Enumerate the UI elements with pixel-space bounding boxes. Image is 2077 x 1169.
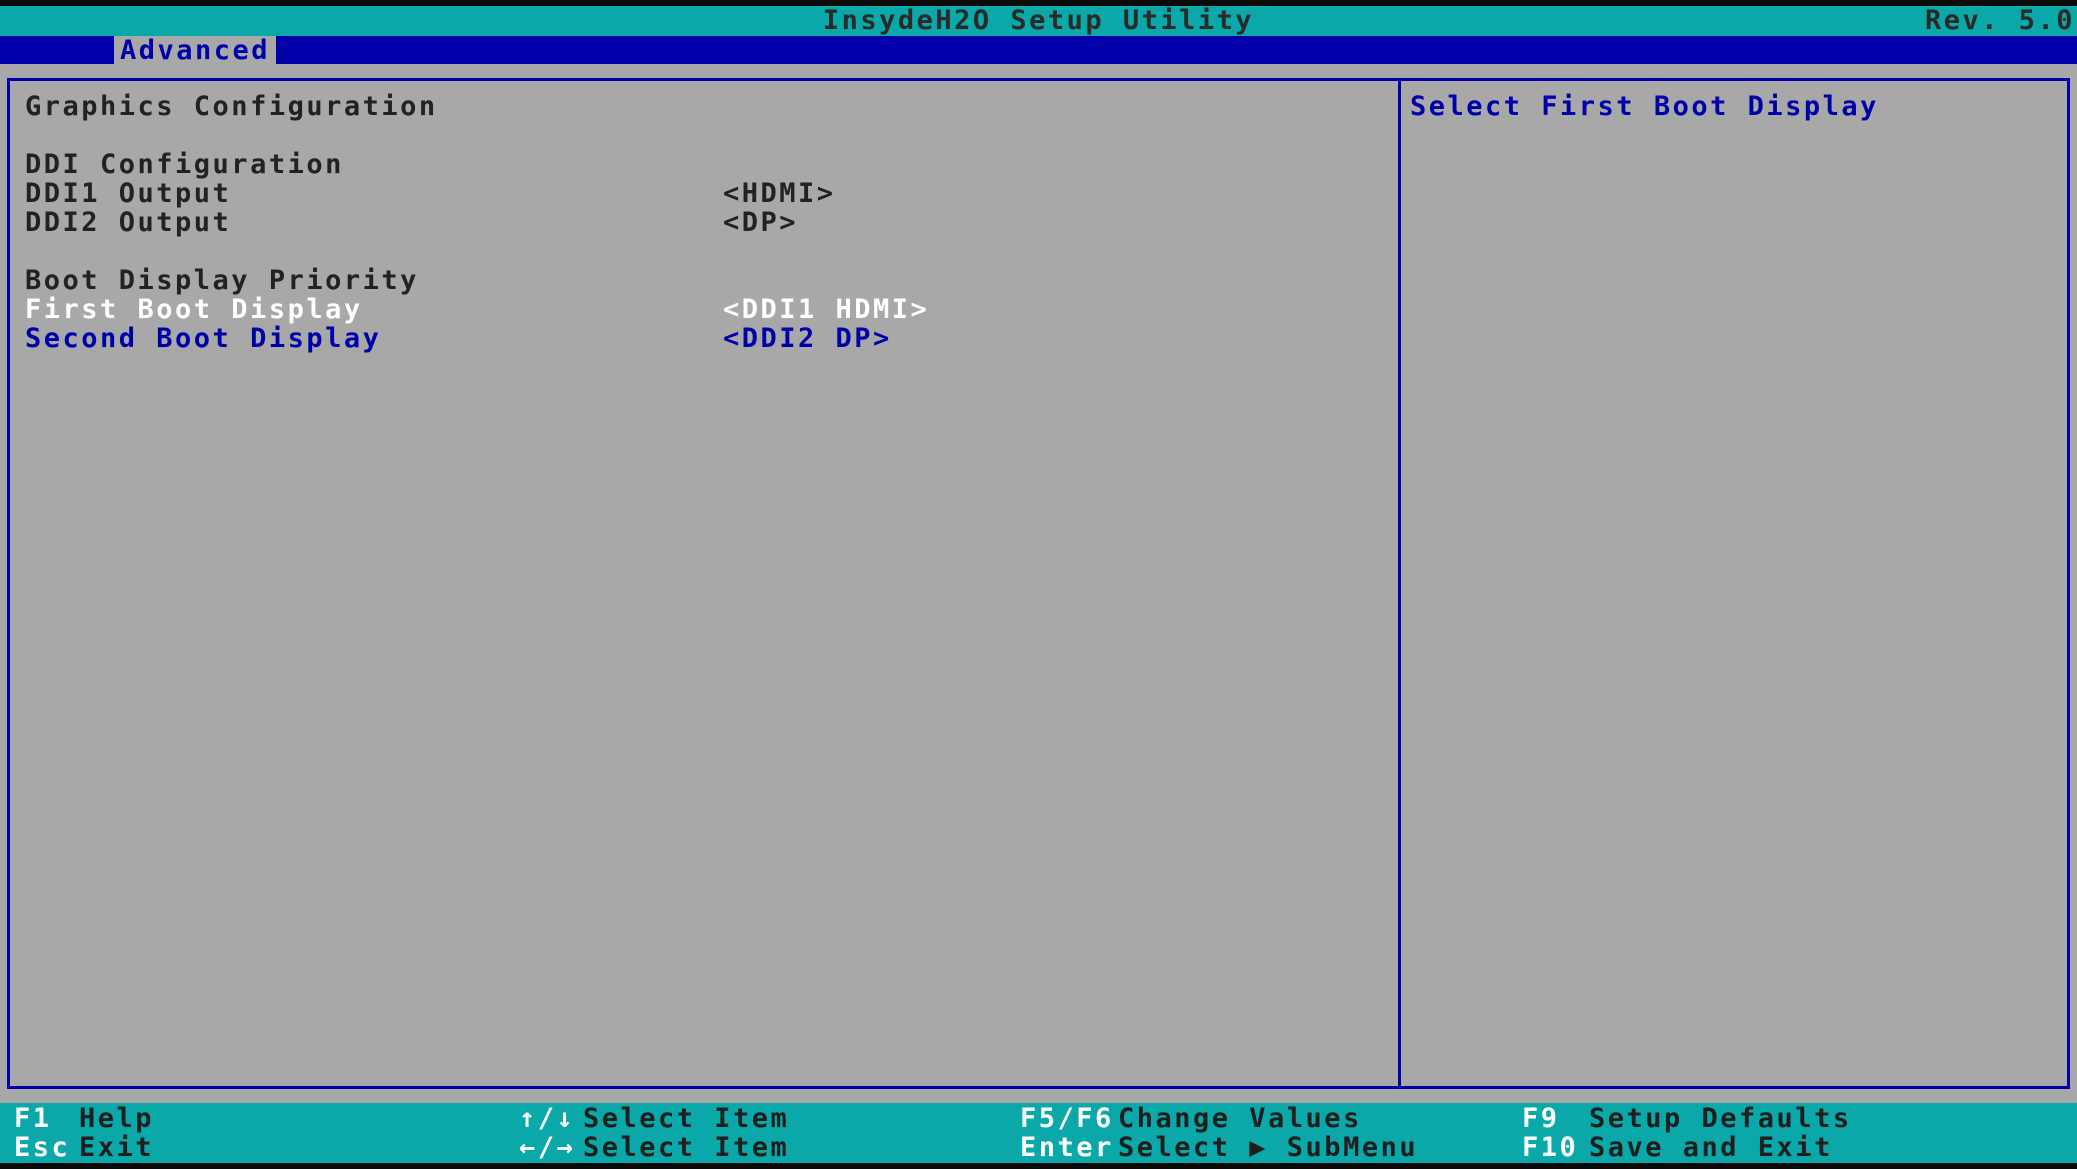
title-bar: InsydeH2O Setup Utility Rev. 5.0 bbox=[0, 6, 2077, 36]
key-f9: F9 bbox=[1522, 1103, 1560, 1134]
key-esc-desc: Exit bbox=[79, 1132, 155, 1163]
app-title: InsydeH2O Setup Utility bbox=[822, 5, 1255, 36]
key-left-right: ←/→ bbox=[519, 1132, 576, 1163]
menu-bar: Advanced bbox=[0, 36, 2077, 65]
key-f1-desc: Help bbox=[79, 1103, 155, 1134]
key-f5-f6-desc: Change Values bbox=[1118, 1103, 1362, 1134]
key-f9-desc: Setup Defaults bbox=[1589, 1103, 1852, 1134]
help-text: Select First Boot Display bbox=[1410, 91, 1879, 122]
ddi2-output-value[interactable]: <DP> bbox=[723, 208, 798, 237]
key-up-down-desc: Select Item bbox=[583, 1103, 790, 1134]
key-esc: Esc bbox=[14, 1132, 71, 1163]
key-f1: F1 bbox=[14, 1103, 52, 1134]
ddi-config-header: DDI Configuration bbox=[25, 149, 344, 180]
tab-advanced[interactable]: Advanced bbox=[114, 36, 276, 65]
ddi2-output-label: DDI2 Output bbox=[25, 207, 232, 238]
help-panel: Select First Boot Display bbox=[1401, 78, 2070, 1089]
key-enter: Enter bbox=[1020, 1132, 1114, 1163]
key-f5-f6: F5/F6 bbox=[1020, 1103, 1114, 1134]
main-area: Graphics Configuration DDI Configuration… bbox=[0, 64, 2077, 1103]
key-left-right-desc: Select Item bbox=[583, 1132, 790, 1163]
key-up-down: ↑/↓ bbox=[519, 1103, 576, 1134]
ddi1-output-label: DDI1 Output bbox=[25, 178, 232, 209]
boot-display-priority-header: Boot Display Priority bbox=[25, 265, 419, 296]
second-boot-display-label[interactable]: Second Boot Display bbox=[25, 324, 381, 353]
ddi1-output-value[interactable]: <HDMI> bbox=[723, 179, 836, 208]
first-boot-display-value[interactable]: <DDI1 HDMI> bbox=[723, 295, 929, 324]
settings-panel: Graphics Configuration DDI Configuration… bbox=[7, 78, 1401, 1089]
second-boot-display-value[interactable]: <DDI2 DP> bbox=[723, 324, 892, 353]
revision-label: Rev. 5.0 bbox=[1924, 5, 2075, 36]
key-f10-desc: Save and Exit bbox=[1589, 1132, 1833, 1163]
help-bar: F1 Help Esc Exit ↑/↓ Select Item ←/→ Sel… bbox=[0, 1103, 2077, 1163]
key-f10: F10 bbox=[1522, 1132, 1579, 1163]
first-boot-display-label[interactable]: First Boot Display bbox=[25, 295, 363, 324]
key-enter-desc: Select ▶ SubMenu bbox=[1118, 1132, 1419, 1163]
page-title: Graphics Configuration bbox=[25, 91, 438, 122]
